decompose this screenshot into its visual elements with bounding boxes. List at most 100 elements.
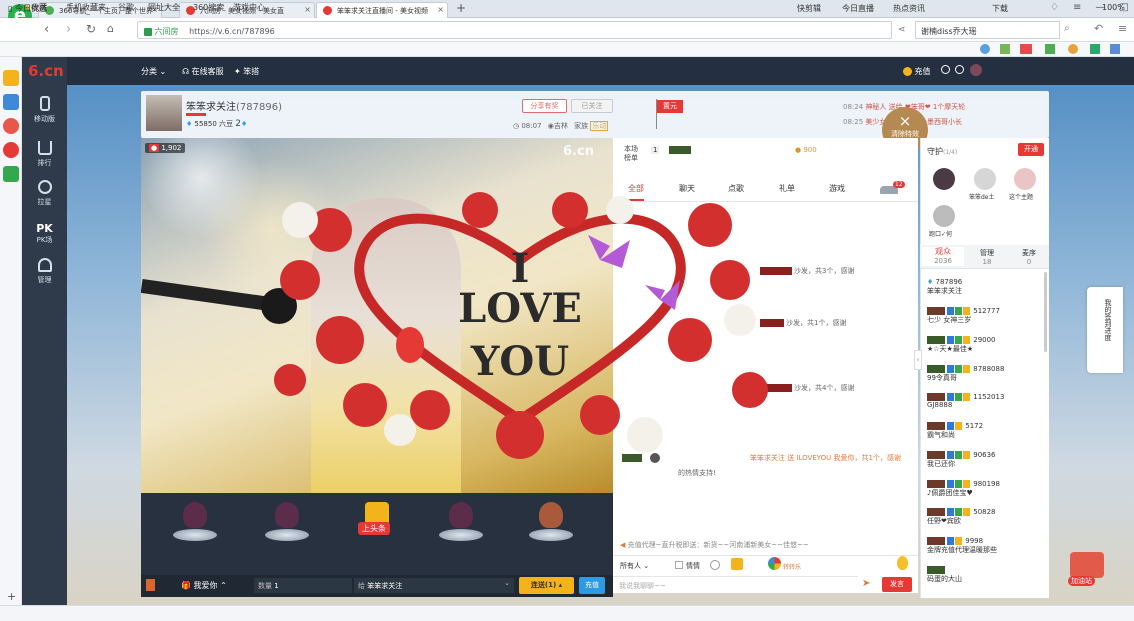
gift-box-icon[interactable] [146, 579, 155, 591]
quantity-field[interactable]: 数量 1 [254, 578, 352, 593]
close-icon[interactable]: × [437, 5, 444, 14]
reader-icon[interactable] [3, 94, 19, 110]
status-today-picks[interactable]: ▯ 今日优选 [8, 3, 47, 14]
guard-member[interactable] [933, 168, 955, 190]
target-icon[interactable] [3, 142, 19, 158]
home-icon[interactable]: ⌂ [107, 22, 114, 35]
guard-member[interactable] [933, 205, 955, 227]
share-button[interactable]: 分享有奖 [522, 99, 567, 113]
collapse-panel-icon[interactable]: ‹ [914, 350, 922, 370]
sidenav-rank[interactable]: 排行 [22, 141, 67, 168]
forward-icon[interactable]: › [66, 22, 71, 37]
recipient-select[interactable]: 所有人 ⌄ [620, 561, 649, 571]
share-icon[interactable]: ⋖ [898, 25, 906, 35]
extension-icon[interactable] [1068, 44, 1078, 54]
gift-item[interactable] [526, 500, 576, 545]
lottery-icon[interactable] [731, 558, 743, 570]
gift-headline[interactable]: 上头条 [352, 500, 402, 545]
status-live-today[interactable]: 今日直播 [842, 3, 874, 14]
favorites-star-icon[interactable] [3, 70, 19, 86]
emoji-icon[interactable] [710, 560, 720, 570]
viewer-row[interactable]: 码蛋的大山 [927, 566, 962, 584]
flag-badge[interactable]: 置元 [657, 100, 683, 113]
gift-item[interactable] [262, 500, 312, 545]
nav-category[interactable]: 分类 ⌄ [141, 66, 166, 77]
guard-member[interactable] [1014, 168, 1036, 190]
sidenav-pk[interactable]: PK PK场 [22, 222, 67, 245]
sidenav-shop[interactable]: 拉星 [22, 180, 67, 207]
more-icon[interactable]: ≡ [1118, 22, 1127, 35]
nav-recharge[interactable]: 充值 [903, 66, 931, 77]
extension-icon[interactable] [1090, 44, 1100, 54]
tab-games[interactable]: 游戏 [829, 183, 845, 194]
chat-ad-line[interactable]: ◀ 充值代理~直升税即送：新货~~河南浦新美女~~佳悠~~ [620, 540, 809, 550]
gift-item[interactable] [436, 500, 486, 545]
follow-button[interactable]: 已关注 [571, 99, 613, 113]
bookmark-games[interactable]: 游戏中心 [233, 2, 265, 13]
viewer-row[interactable]: 50828 任野❤宾欧 [927, 508, 996, 526]
back-icon[interactable]: ‹ [44, 22, 49, 37]
user-avatar[interactable] [970, 64, 982, 76]
love-gift-select[interactable]: 🎁 我爱你 ⌃ [181, 580, 227, 591]
nav-help[interactable]: ✦ 笨搭 [234, 66, 259, 77]
site-logo[interactable]: 6.cn [28, 62, 64, 80]
send-chat-button[interactable]: 发言 [882, 577, 912, 592]
status-quick-edit[interactable]: 快剪辑 [797, 3, 821, 14]
recharge-button[interactable]: 充值 [579, 577, 605, 594]
address-bar[interactable]: 六间房 https://v.6.cn/787896 [137, 21, 892, 39]
search-box[interactable]: 谢楠diss乔大瑶 [915, 21, 1060, 39]
viewer-row[interactable]: 90636 我已还你 [927, 451, 996, 469]
weibo-icon[interactable] [3, 118, 19, 134]
gas-station-icon[interactable] [1070, 552, 1104, 578]
send-gift-button[interactable]: 连送(1) ▴ [519, 577, 574, 594]
tab-managers[interactable]: 管理 18 [966, 249, 1008, 267]
bookmark-mobile[interactable]: 手机收藏夹 [66, 2, 106, 13]
reload-icon[interactable]: ↻ [86, 22, 96, 36]
status-download[interactable]: 下载 [992, 3, 1008, 14]
send-arrow-icon[interactable]: ➤ [862, 578, 870, 589]
guard-member[interactable] [974, 168, 996, 190]
sidenav-manage[interactable]: 管理 [22, 258, 67, 285]
viewer-row[interactable]: ♦ 787896 笨笨求关注 [927, 278, 962, 296]
viewer-scrollbar[interactable] [1044, 272, 1047, 352]
video-icon[interactable] [3, 166, 19, 182]
bookmark-directory[interactable]: 网址大全 [148, 2, 180, 13]
nav-check-icon[interactable] [955, 65, 964, 74]
whisper-checkbox[interactable] [675, 561, 683, 569]
search-icon[interactable]: ⌕ [1064, 23, 1070, 34]
extension-icon[interactable] [1045, 44, 1055, 54]
tab-audience[interactable]: 观众 2036 [922, 247, 964, 266]
bookmark-google[interactable]: 谷歌 [118, 2, 134, 13]
chat-input[interactable]: 我说我聊聊~~ [613, 576, 858, 593]
extension-icon[interactable] [1110, 44, 1120, 54]
skin-icon[interactable]: ♢ [1050, 2, 1073, 13]
tab-mic-queue[interactable]: 麦序 0 [1008, 249, 1050, 267]
extension-icon[interactable] [1020, 44, 1032, 54]
viewer-row[interactable]: 980198 ♪佩爵团佳宝♥ [927, 480, 1000, 498]
sidenav-mobile[interactable]: 移动版 [22, 96, 67, 124]
viewer-row[interactable]: 5172 霸气和尚 [927, 422, 983, 440]
extension-icon[interactable] [1000, 44, 1010, 54]
viewer-row[interactable]: 512777 七少 女神三岁 [927, 307, 1000, 325]
nav-online-service[interactable]: ☊ 在线客服 [182, 66, 224, 77]
nav-settings-icon[interactable] [941, 65, 950, 74]
viewer-row[interactable]: 9998 金牌充值代理温暖那些 [927, 537, 997, 555]
add-sidebar-icon[interactable]: + [7, 590, 16, 603]
open-guard-button[interactable]: 开通 [1018, 143, 1044, 156]
egg-icon[interactable] [897, 556, 908, 570]
menu-icon[interactable]: ≡ [1073, 2, 1095, 13]
bookmark-360search[interactable]: 360搜索 [193, 2, 224, 13]
new-tab-button[interactable]: + [456, 1, 466, 15]
undo-icon[interactable]: ↶ [1094, 22, 1103, 35]
recipient-field[interactable]: 给 笨笨求关注 ⌄ [354, 578, 514, 593]
status-hot-news[interactable]: 热点资讯 [893, 3, 925, 14]
extension-icon[interactable] [980, 44, 990, 54]
viewer-row[interactable]: 8788088 99令真哥 [927, 365, 1004, 383]
status-zoom[interactable]: 100% [1102, 3, 1125, 12]
viewer-row[interactable]: 29000 ★☆天★最佳★ [927, 336, 996, 354]
host-avatar[interactable] [146, 95, 182, 131]
tab-room[interactable]: 笨笨求关注直播间 - 美女视频 × [316, 2, 448, 18]
spin-wheel-icon[interactable] [768, 557, 781, 570]
sign-in-progress[interactable]: 我的签到进度 [1087, 287, 1123, 373]
gift-item[interactable] [170, 500, 220, 545]
